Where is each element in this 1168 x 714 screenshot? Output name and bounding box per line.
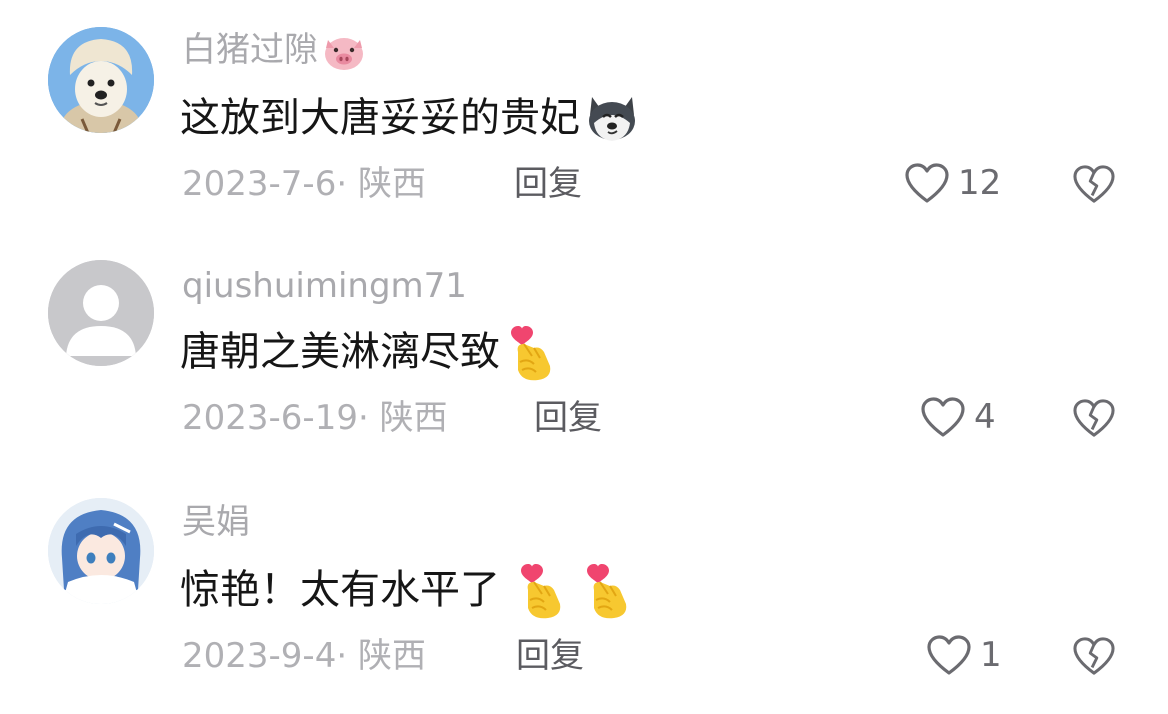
default-user-icon — [48, 260, 154, 366]
username[interactable]: 白猪过隙 — [182, 30, 366, 72]
comment-location: 陕西 — [357, 164, 426, 204]
comment-item: 吴娟 惊艳！太有水平了 2023-9-4· 陕西 回复 1 — [0, 476, 1168, 714]
meta-separator: · — [357, 398, 369, 438]
finger-heart-icon — [580, 560, 634, 620]
meta-separator: · — [336, 164, 348, 204]
avatar[interactable] — [48, 27, 154, 133]
meta-separator: · — [336, 636, 348, 676]
comment-meta: 2023-7-6· 陕西 — [182, 164, 426, 204]
avatar[interactable] — [48, 260, 154, 366]
reply-button[interactable]: 回复 — [534, 398, 602, 438]
comment-text: 惊艳！太有水平了 — [180, 560, 634, 620]
like-count: 1 — [980, 635, 1002, 675]
reply-button[interactable]: 回复 — [514, 164, 582, 204]
heart-icon — [921, 397, 965, 437]
finger-heart-icon — [514, 560, 568, 620]
comment-item: qiushuimingm71 唐朝之美淋漓尽致 2023-6-19· 陕西 回复… — [0, 238, 1168, 476]
dislike-button[interactable] — [1072, 398, 1116, 438]
comment-text-body: 惊艳！太有水平了 — [180, 567, 500, 613]
username[interactable]: 吴娟 — [182, 502, 250, 542]
heart-icon — [905, 163, 949, 203]
anime-girl-avatar-icon — [48, 498, 154, 604]
dog-in-hat-avatar-icon — [48, 27, 154, 133]
finger-heart-icon — [504, 322, 558, 382]
like-button[interactable]: 4 — [920, 396, 996, 438]
pig-face-icon — [322, 32, 366, 72]
username[interactable]: qiushuimingm71 — [182, 266, 467, 306]
comment-date: 2023-7-6 — [182, 164, 337, 204]
broken-heart-icon — [1073, 637, 1115, 675]
username-text: 吴娟 — [182, 502, 250, 542]
broken-heart-icon — [1073, 165, 1115, 203]
comment-text: 唐朝之美淋漓尽致 — [180, 322, 558, 382]
comment-meta: 2023-6-19· 陕西 — [182, 398, 448, 438]
like-count: 4 — [974, 397, 996, 437]
like-count: 12 — [958, 163, 1002, 203]
comment-date: 2023-9-4 — [182, 636, 337, 676]
username-text: qiushuimingm71 — [182, 266, 467, 306]
comment-text-body: 唐朝之美淋漓尽致 — [180, 329, 500, 375]
like-button[interactable]: 12 — [904, 162, 1001, 204]
comment-item: 白猪过隙 这放到大唐妥妥的贵妃 2023-7-6· 陕西 回复 12 — [0, 0, 1168, 238]
comment-text: 这放到大唐妥妥的贵妃 — [180, 92, 640, 144]
comment-location: 陕西 — [379, 398, 448, 438]
husky-dog-icon — [584, 93, 640, 143]
avatar[interactable] — [48, 498, 154, 604]
heart-icon — [927, 635, 971, 675]
like-button[interactable]: 1 — [926, 634, 1002, 676]
username-text: 白猪过隙 — [182, 30, 318, 70]
comment-location: 陕西 — [357, 636, 426, 676]
comment-meta: 2023-9-4· 陕西 — [182, 636, 426, 676]
broken-heart-icon — [1073, 399, 1115, 437]
comment-date: 2023-6-19 — [182, 398, 358, 438]
dislike-button[interactable] — [1072, 636, 1116, 676]
dislike-button[interactable] — [1072, 164, 1116, 204]
comment-text-body: 这放到大唐妥妥的贵妃 — [180, 95, 580, 141]
reply-button[interactable]: 回复 — [516, 636, 584, 676]
